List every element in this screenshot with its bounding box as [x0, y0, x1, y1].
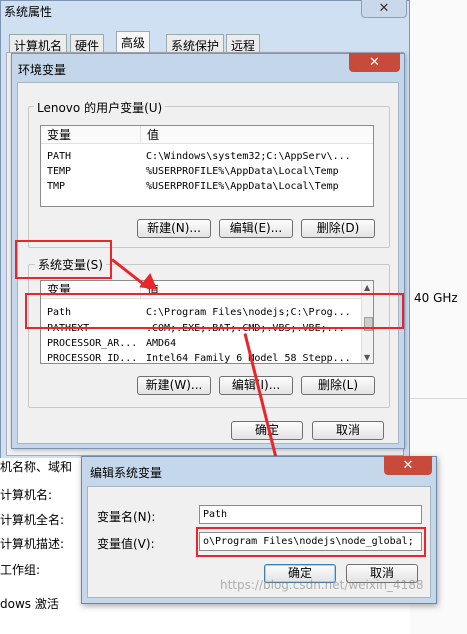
close-icon: ✕ [402, 458, 414, 473]
environment-variables-close-button[interactable]: ✕ [349, 53, 400, 72]
side-label-windows-activation: dows 激活 [0, 597, 59, 611]
scroll-up-icon[interactable]: ▲ [364, 283, 370, 292]
user-new-button[interactable]: 新建(N)... [137, 219, 211, 238]
cpu-speed-fragment: 40 GHz [414, 291, 458, 305]
variable-name-input[interactable]: Path [199, 505, 422, 524]
side-label-workgroup: 工作组: [0, 563, 41, 577]
row-variable-name: PROCESSOR_ID... [47, 353, 138, 364]
row-variable-value: C:\Windows\system32;C:\AppServ\... [146, 151, 351, 162]
table-row[interactable]: PATH C:\Windows\system32;C:\AppServ\... [41, 149, 373, 164]
user-variables-label: Lenovo 的用户变量(U) [34, 99, 166, 116]
row-variable-value: AMD64 [146, 338, 177, 349]
environment-variables-title: 环境变量 [18, 63, 67, 77]
user-edit-button[interactable]: 编辑(E)... [219, 219, 293, 238]
scroll-down-icon[interactable]: ▼ [364, 353, 370, 362]
tab-hardware[interactable]: 硬件 [70, 34, 105, 53]
row-variable-value: %USERPROFILE%\AppData\Local\Temp [146, 166, 339, 177]
row-variable-name: TMP [47, 181, 66, 192]
tab-system-protection[interactable]: 系统保护 [166, 34, 225, 53]
side-label-description: 计算机描述: [0, 537, 65, 551]
row-variable-name: PROCESSOR_AR... [47, 338, 138, 349]
tab-advanced[interactable]: 高级 [116, 31, 151, 53]
system-delete-button[interactable]: 删除(L) [301, 376, 375, 395]
side-label-full-name: 计算机全名: [0, 513, 65, 527]
edit-system-variable-title: 编辑系统变量 [90, 466, 163, 480]
system-properties-close-button[interactable]: ✕ [361, 0, 407, 18]
tab-computer-name[interactable]: 计算机名 [9, 34, 68, 53]
tab-remote[interactable]: 远程 [226, 34, 261, 53]
row-variable-name: TEMP [47, 166, 72, 177]
annotation-box-system-variables-label [15, 240, 112, 279]
side-label-computer-name: 计算机名: [0, 488, 53, 502]
system-new-button[interactable]: 新建(W)... [137, 376, 211, 395]
row-variable-name: PATH [47, 151, 72, 162]
column-header-value[interactable]: 值 [141, 126, 373, 144]
system-properties-title: 系统属性 [4, 5, 53, 19]
close-icon: ✕ [378, 1, 390, 16]
edit-dialog-close-button[interactable]: ✕ [384, 456, 432, 475]
watermark: https://blog.csdn.net/weixin_4188 [220, 578, 424, 592]
env-cancel-button[interactable]: 取消 [312, 421, 384, 440]
annotation-box-variable-value [196, 527, 426, 557]
variable-value-label: 变量值(V): [97, 537, 155, 551]
user-variables-header: 变量 值 [41, 126, 373, 144]
user-delete-button[interactable]: 删除(D) [301, 219, 375, 238]
side-label-computer-name-domain: 机名称、域和 [0, 460, 73, 474]
table-row[interactable]: PROCESSOR_AR... AMD64 [41, 336, 361, 351]
variable-name-label: 变量名(N): [97, 510, 156, 524]
row-variable-value: %USERPROFILE%\AppData\Local\Temp [146, 181, 339, 192]
table-row[interactable]: TMP %USERPROFILE%\AppData\Local\Temp [41, 179, 373, 194]
divider [410, 398, 467, 399]
table-row[interactable]: TEMP %USERPROFILE%\AppData\Local\Temp [41, 164, 373, 179]
close-icon: ✕ [369, 55, 380, 70]
table-row[interactable]: PROCESSOR_ID... Intel64 Family 6 Model 5… [41, 351, 361, 364]
annotation-box-path-row [25, 293, 404, 329]
column-header-variable[interactable]: 变量 [41, 126, 141, 144]
user-variables-list[interactable]: 变量 值 PATH C:\Windows\system32;C:\AppServ… [40, 125, 374, 207]
